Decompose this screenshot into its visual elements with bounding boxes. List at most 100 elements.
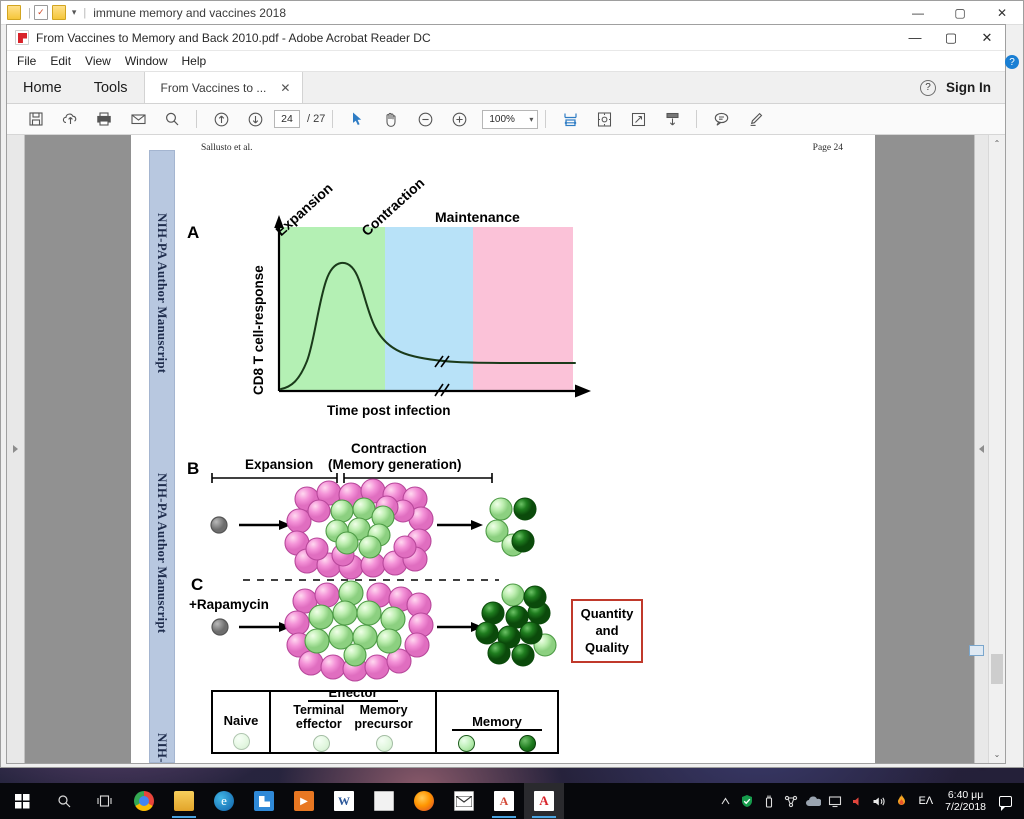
system-tray: EΛ 6:40 μμ 7/2/2018: [714, 783, 1024, 819]
windows-taskbar: e ▶ W A A EΛ 6:40 μμ 7/2/2018: [0, 783, 1024, 819]
taskbar-item-word[interactable]: W: [324, 783, 364, 819]
show-hidden-icons-button[interactable]: [714, 783, 736, 819]
zoom-in-icon[interactable]: [442, 104, 476, 135]
manuscript-sidebar: NIH-PA Author Manuscript NIH-PA Author M…: [149, 150, 175, 763]
page-thumbnail-button[interactable]: [969, 645, 984, 656]
menu-file[interactable]: File: [17, 54, 36, 68]
pdf-page: NIH-PA Author Manuscript NIH-PA Author M…: [131, 135, 875, 763]
word-icon: W: [334, 791, 354, 811]
chevron-down-icon[interactable]: ▾: [72, 7, 77, 18]
sidebar-watermark-3: NIH-PA Author Manuscript: [154, 733, 170, 763]
taskbar-item-mail[interactable]: [444, 783, 484, 819]
acrobat-reader-icon: A: [534, 791, 554, 811]
panel-a: A CD8 T cell-response Expansion Contract…: [187, 165, 707, 455]
explorer-close-button[interactable]: ✕: [981, 1, 1023, 25]
highlight-icon[interactable]: [738, 104, 772, 135]
onedrive-icon[interactable]: [802, 783, 824, 819]
explorer-maximize-button[interactable]: ▢: [939, 1, 981, 25]
taskbar-item-acrobat-reader[interactable]: A: [524, 783, 564, 819]
taskbar-item-firefox[interactable]: [404, 783, 444, 819]
acrobat-reader-window[interactable]: From Vaccines to Memory and Back 2010.pd…: [6, 24, 1019, 764]
left-pane-toggle[interactable]: [7, 135, 25, 763]
taskbar-item-pdf-app[interactable]: A: [484, 783, 524, 819]
security-shield-icon[interactable]: [736, 783, 758, 819]
menu-view[interactable]: View: [85, 54, 111, 68]
taskbar-item-file-explorer[interactable]: [164, 783, 204, 819]
task-view-button[interactable]: [84, 783, 124, 819]
acrobat-maximize-button[interactable]: ▢: [933, 25, 969, 51]
callout-line-3: Quality: [584, 640, 630, 655]
previous-page-icon[interactable]: [204, 104, 238, 135]
reader-icon: [374, 791, 394, 811]
search-icon[interactable]: [155, 104, 189, 135]
scrollbar-thumb[interactable]: [991, 654, 1003, 684]
firefox-icon: [414, 791, 434, 811]
document-vertical-scrollbar[interactable]: ⌃ ⌄: [988, 135, 1005, 763]
email-icon[interactable]: [121, 104, 155, 135]
taskbar-item-media-player[interactable]: ▶: [284, 783, 324, 819]
chevron-right-icon: [13, 445, 18, 453]
comment-icon[interactable]: [704, 104, 738, 135]
toolbar-separator-4: [696, 110, 698, 128]
acrobat-close-button[interactable]: ✕: [969, 25, 1005, 51]
menu-edit[interactable]: Edit: [50, 54, 71, 68]
acrobat-tabbar: Home Tools From Vaccines to ... ✕ ? Sign…: [7, 72, 1005, 104]
scroll-up-button[interactable]: ⌃: [989, 135, 1005, 152]
taskbar-item-chrome[interactable]: [124, 783, 164, 819]
chart-x-axis-label: Time post infection: [327, 403, 451, 418]
scroll-down-button[interactable]: ⌄: [989, 746, 1005, 763]
right-pane-toggle[interactable]: [974, 135, 988, 763]
help-icon[interactable]: ?: [920, 79, 936, 96]
header-author: Sallusto et al.: [201, 143, 253, 153]
chart-region-contraction: [384, 227, 474, 391]
taskbar-item-store[interactable]: [244, 783, 284, 819]
zoom-out-icon[interactable]: [408, 104, 442, 135]
scroll-mode-icon[interactable]: [655, 104, 689, 135]
full-screen-icon[interactable]: [621, 104, 655, 135]
fit-width-icon[interactable]: [553, 104, 587, 135]
print-icon[interactable]: [87, 104, 121, 135]
tab-document[interactable]: From Vaccines to ... ✕: [143, 72, 304, 103]
store-icon: [254, 791, 274, 811]
next-page-icon[interactable]: [238, 104, 272, 135]
panel-b: B Expansion Contraction (Memory generati…: [187, 437, 727, 581]
zoom-level-select[interactable]: 100% ▾: [482, 109, 539, 129]
menu-help[interactable]: Help: [182, 54, 207, 68]
save-icon[interactable]: [19, 104, 53, 135]
language-indicator[interactable]: EΛ: [912, 795, 939, 807]
toolbar-separator-3: [545, 110, 547, 128]
new-folder-icon[interactable]: [51, 5, 66, 20]
upload-cloud-icon[interactable]: [53, 104, 87, 135]
tab-home[interactable]: Home: [7, 72, 78, 103]
volume-mute-icon[interactable]: [846, 783, 868, 819]
select-tool-icon[interactable]: [340, 104, 374, 135]
taskbar-item-edge[interactable]: e: [204, 783, 244, 819]
display-icon[interactable]: [824, 783, 846, 819]
explorer-title: immune memory and vaccines 2018: [93, 5, 287, 20]
clock[interactable]: 6:40 μμ 7/2/2018: [939, 789, 992, 813]
start-button[interactable]: [0, 783, 44, 819]
page-number-input[interactable]: 24: [274, 110, 300, 128]
menu-window[interactable]: Window: [125, 54, 168, 68]
network-share-icon[interactable]: [780, 783, 802, 819]
usb-icon[interactable]: [758, 783, 780, 819]
close-icon[interactable]: ✕: [280, 81, 290, 95]
document-viewport[interactable]: NIH-PA Author Manuscript NIH-PA Author M…: [7, 135, 1005, 763]
tabbar-right-group: ? Sign In: [920, 72, 1005, 103]
tab-tools[interactable]: Tools: [78, 72, 144, 103]
acrobat-minimize-button[interactable]: —: [897, 25, 933, 51]
help-badge-icon[interactable]: ?: [1005, 55, 1019, 69]
sign-in-button[interactable]: Sign In: [946, 80, 991, 95]
mail-icon: [454, 791, 474, 811]
hand-tool-icon[interactable]: [374, 104, 408, 135]
pan-zoom-icon[interactable]: [587, 104, 621, 135]
taskbar-item-reader[interactable]: [364, 783, 404, 819]
volume-icon[interactable]: [868, 783, 890, 819]
explorer-minimize-button[interactable]: —: [897, 1, 939, 25]
taskbar-search-button[interactable]: [44, 783, 84, 819]
quick-access-folder-icon[interactable]: [7, 5, 21, 20]
properties-icon[interactable]: [33, 5, 48, 20]
action-center-button[interactable]: [992, 795, 1018, 811]
flame-icon[interactable]: [890, 783, 912, 819]
notifications-icon: [998, 795, 1012, 811]
